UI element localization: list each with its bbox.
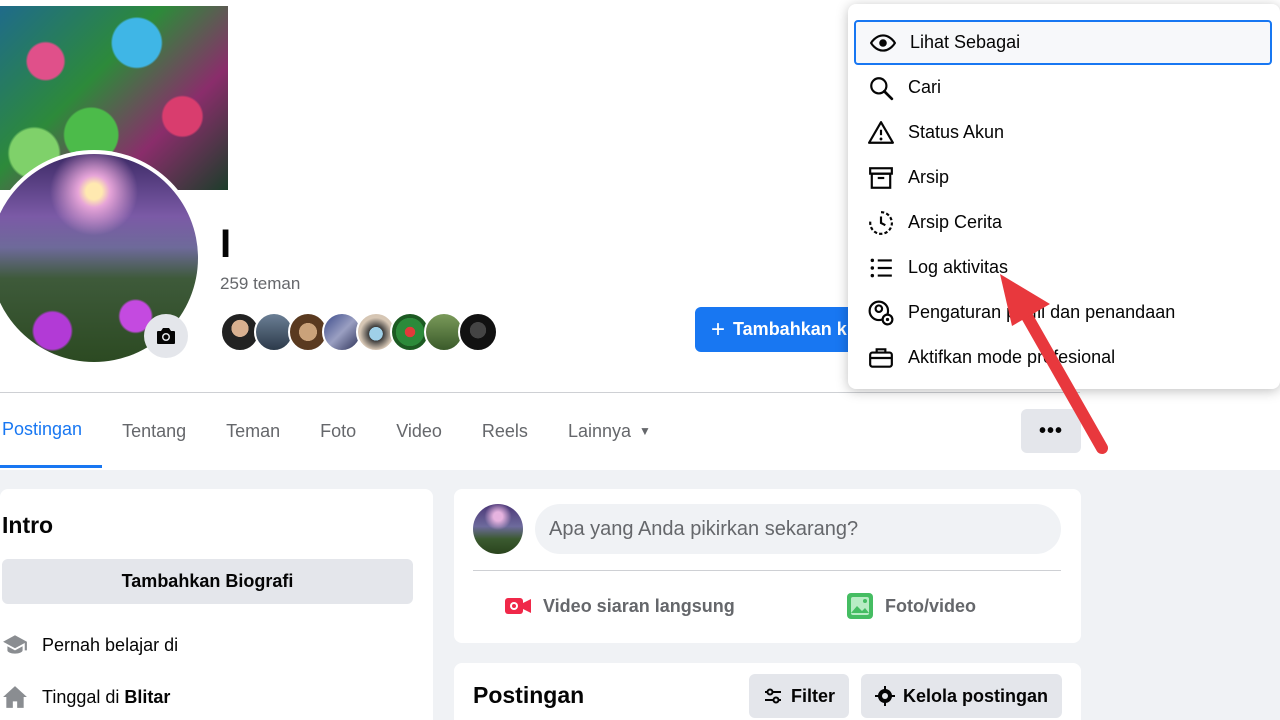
menu-item-search[interactable]: Cari [854,65,1272,110]
live-video-label: Video siaran langsung [543,595,735,616]
story-archive-icon [869,210,893,235]
menu-item-label: Log aktivitas [908,257,1009,277]
add-story-label: Tambahkan k [733,319,847,339]
composer-input[interactable]: Apa yang Anda pikirkan sekarang? [535,504,1061,554]
photo-icon [847,593,873,619]
home-icon [3,686,27,708]
tab-lainnya[interactable]: Lainnya ▼ [548,394,671,468]
menu-item-label: Arsip [908,167,950,187]
tab-postingan[interactable]: Postingan [0,394,103,468]
profile-tabs: Postingan Tentang Teman Foto Video Reels… [0,394,671,470]
intro-lives-prefix: Tinggal di [42,686,125,707]
header-divider [0,392,1080,393]
composer-divider [473,570,1061,571]
archive-icon [869,166,893,189]
menu-item-label: Arsip Cerita [908,212,1003,232]
gear-icon [875,686,895,706]
search-icon [870,76,894,100]
add-story-button[interactable]: + Tambahkan k [695,307,865,352]
live-video-icon [505,598,531,614]
menu-item-activity-log[interactable]: Log aktivitas [854,245,1272,290]
tab-teman[interactable]: Teman [206,394,300,468]
intro-lives-city[interactable]: Blitar [124,687,170,708]
plus-icon: + [711,315,726,343]
profile-name: I [220,222,232,266]
intro-studied-text: Pernah belajar di [42,634,179,655]
list-icon [870,258,892,277]
menu-item-account-status[interactable]: Status Akun [854,110,1272,155]
camera-icon[interactable] [144,314,188,358]
composer-avatar[interactable] [473,504,523,554]
photo-video-button[interactable]: Foto/video [845,586,976,626]
menu-item-label: Cari [908,77,942,97]
profile-options-menu: Lihat Sebagai Cari Status Akun Arsip Ars… [848,4,1280,389]
intro-studied-row: Pernah belajar di [2,632,178,658]
menu-item-view-as[interactable]: Lihat Sebagai [854,20,1272,65]
manage-posts-button[interactable]: Kelola postingan [861,674,1063,718]
live-video-button[interactable]: Video siaran langsung [503,586,735,626]
friend-avatars[interactable] [220,312,498,352]
tab-video[interactable]: Video [376,394,462,468]
tab-foto[interactable]: Foto [300,394,376,468]
friend-avatar[interactable] [458,312,498,352]
warning-icon [868,120,894,144]
menu-item-archive[interactable]: Arsip [854,155,1272,200]
more-options-button[interactable]: ••• [1021,409,1081,453]
briefcase-icon [869,347,893,368]
filter-label: Filter [791,685,836,706]
intro-lives-row: Tinggal di Blitar [2,684,170,710]
add-bio-button[interactable]: Tambahkan Biografi [2,559,413,604]
filter-button[interactable]: Filter [749,674,850,718]
tab-reels[interactable]: Reels [462,394,548,468]
tab-lainnya-label: Lainnya [567,420,631,441]
posts-title: Postingan [473,682,585,708]
menu-item-label: Status Akun [908,122,1005,142]
filter-icon [765,688,781,704]
caret-down-icon: ▼ [639,424,651,438]
manage-posts-label: Kelola postingan [903,685,1049,706]
intro-title: Intro [2,512,54,538]
menu-item-label: Pengaturan profil dan penandaan [908,302,1176,322]
menu-item-label: Aktifkan mode profesional [908,347,1116,367]
menu-item-professional-mode[interactable]: Aktifkan mode profesional [854,335,1272,380]
menu-item-profile-tagging-settings[interactable]: Pengaturan profil dan penandaan [854,290,1272,335]
tab-tentang[interactable]: Tentang [102,394,206,468]
friend-count[interactable]: 259 teman [220,274,300,294]
photo-video-label: Foto/video [885,595,976,616]
graduation-cap-icon [3,635,27,654]
profile-settings-icon [868,300,894,325]
menu-item-label: Lihat Sebagai [910,32,1021,52]
eye-icon [870,33,896,52]
menu-item-story-archive[interactable]: Arsip Cerita [854,200,1272,245]
